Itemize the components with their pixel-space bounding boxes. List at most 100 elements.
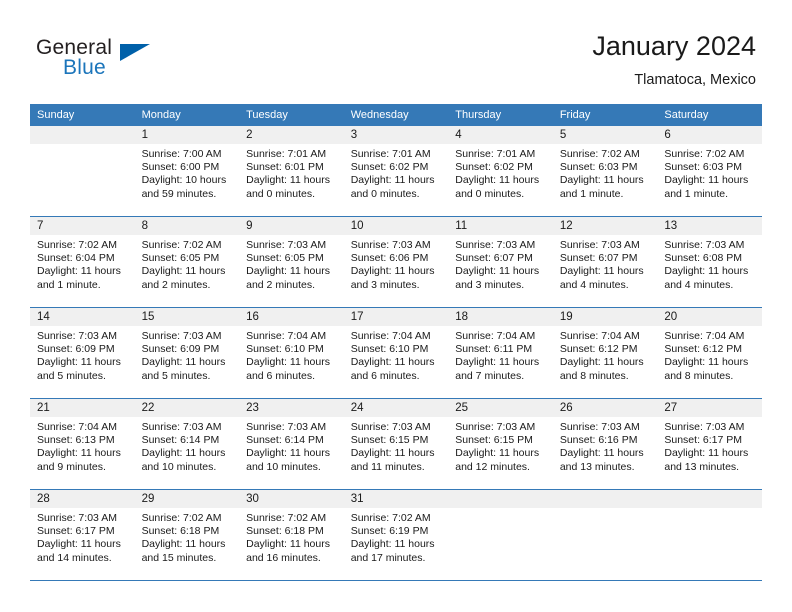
daylight-text-line2: and 5 minutes. bbox=[37, 369, 106, 382]
calendar-day-cell[interactable]: 26 Sunrise: 7:03 AM Sunset: 6:16 PM Dayligh… bbox=[552, 398, 658, 490]
sunset-text: Sunset: 6:15 PM bbox=[350, 434, 429, 447]
calendar-day-cell[interactable]: 19 Sunrise: 7:04 AM Sunset: 6:12 PM Dayligh… bbox=[552, 307, 658, 399]
daylight-text-line1: Daylight: 11 hours bbox=[141, 447, 226, 460]
day-details: Sunrise: 7:02 AM Sunset: 6:19 PM Daylight:… bbox=[344, 508, 449, 565]
daylight-text-line2: and 16 minutes. bbox=[246, 551, 321, 564]
day-number bbox=[657, 490, 762, 508]
calendar-day-cell[interactable]: 12 Sunrise: 7:03 AM Sunset: 6:07 PM Dayligh… bbox=[552, 216, 658, 308]
sunrise-text: Sunrise: 7:03 AM bbox=[455, 421, 536, 433]
calendar-day-cell[interactable]: 9 Sunrise: 7:03 AM Sunset: 6:05 PM Daylight… bbox=[239, 216, 344, 308]
calendar-day-cell[interactable]: 22 Sunrise: 7:03 AM Sunset: 6:14 PM Dayligh… bbox=[134, 398, 240, 490]
day-number: 10 bbox=[343, 217, 449, 235]
calendar-day-cell[interactable]: 5 Sunrise: 7:02 AM Sunset: 6:03 PM Daylight… bbox=[552, 126, 658, 217]
day-number: 26 bbox=[552, 399, 658, 417]
calendar-day-cell[interactable]: 21 Sunrise: 7:04 AM Sunset: 6:13 PM Dayligh… bbox=[30, 398, 135, 490]
calendar-day-cell[interactable]: 29 Sunrise: 7:02 AM Sunset: 6:18 PM Dayligh… bbox=[134, 489, 240, 581]
logo-triangle-icon bbox=[120, 44, 150, 61]
day-number: 15 bbox=[134, 308, 240, 326]
sunrise-text: Sunrise: 7:03 AM bbox=[37, 330, 117, 342]
day-number: 1 bbox=[134, 126, 240, 144]
calendar-day-cell[interactable]: 31 Sunrise: 7:02 AM Sunset: 6:19 PM Dayligh… bbox=[343, 489, 449, 581]
calendar-day-cell[interactable]: 11 Sunrise: 7:03 AM Sunset: 6:07 PM Dayligh… bbox=[448, 216, 553, 308]
sunrise-text: Sunrise: 7:04 AM bbox=[246, 330, 327, 342]
calendar-day-cell[interactable]: 13 Sunrise: 7:03 AM Sunset: 6:08 PM Dayligh… bbox=[657, 216, 762, 308]
sunset-text: Sunset: 6:05 PM bbox=[141, 252, 220, 265]
daylight-text-line2: and 59 minutes. bbox=[141, 187, 217, 200]
day-number: 5 bbox=[552, 126, 658, 144]
day-details bbox=[657, 508, 762, 512]
day-number bbox=[552, 490, 658, 508]
daylight-text-line2: and 8 minutes. bbox=[664, 369, 734, 382]
calendar-day-cell[interactable]: 17 Sunrise: 7:04 AM Sunset: 6:10 PM Dayligh… bbox=[343, 307, 449, 399]
calendar-day-cell[interactable]: 15 Sunrise: 7:03 AM Sunset: 6:09 PM Dayligh… bbox=[134, 307, 240, 399]
calendar-day-cell[interactable]: 4 Sunrise: 7:01 AM Sunset: 6:02 PM Daylight… bbox=[448, 126, 553, 217]
calendar-day-cell[interactable]: 27 Sunrise: 7:03 AM Sunset: 6:17 PM Dayligh… bbox=[657, 398, 762, 490]
daylight-text-line1: Daylight: 11 hours bbox=[246, 447, 330, 460]
day-details bbox=[448, 508, 553, 512]
daylight-text-line1: Daylight: 11 hours bbox=[246, 174, 330, 187]
calendar-day-cell[interactable]: 25 Sunrise: 7:03 AM Sunset: 6:15 PM Dayligh… bbox=[448, 398, 553, 490]
daylight-text-line2: and 14 minutes. bbox=[37, 551, 112, 564]
calendar-day-cell[interactable]: 14 Sunrise: 7:03 AM Sunset: 6:09 PM Dayligh… bbox=[30, 307, 135, 399]
sunrise-text: Sunrise: 7:04 AM bbox=[664, 330, 745, 342]
weekday-header-saturday: Saturday bbox=[657, 104, 762, 126]
sunset-text: Sunset: 6:02 PM bbox=[350, 161, 429, 174]
day-number: 20 bbox=[657, 308, 762, 326]
calendar-day-cell[interactable]: 20 Sunrise: 7:04 AM Sunset: 6:12 PM Dayligh… bbox=[657, 307, 762, 399]
calendar-day-cell[interactable]: 30 Sunrise: 7:02 AM Sunset: 6:18 PM Dayligh… bbox=[239, 489, 344, 581]
day-number: 24 bbox=[343, 399, 449, 417]
calendar-day-cell[interactable]: 1 Sunrise: 7:00 AM Sunset: 6:00 PM Daylight… bbox=[134, 126, 240, 217]
calendar-day-cell[interactable]: 3 Sunrise: 7:01 AM Sunset: 6:02 PM Daylight… bbox=[343, 126, 449, 217]
daylight-text-line1: Daylight: 11 hours bbox=[559, 265, 644, 278]
sunrise-text: Sunrise: 7:00 AM bbox=[141, 148, 222, 160]
day-details: Sunrise: 7:01 AM Sunset: 6:02 PM Daylight:… bbox=[448, 144, 553, 201]
daylight-text-line2: and 3 minutes. bbox=[350, 278, 420, 291]
title-block: January 2024 Tlamatoca, Mexico bbox=[336, 30, 756, 90]
sunrise-text: Sunrise: 7:03 AM bbox=[141, 421, 222, 433]
logo-text-blue: Blue bbox=[63, 56, 106, 79]
sunrise-text: Sunrise: 7:03 AM bbox=[559, 421, 640, 433]
day-number: 9 bbox=[239, 217, 344, 235]
daylight-text-line2: and 13 minutes. bbox=[664, 460, 740, 473]
sunrise-text: Sunrise: 7:01 AM bbox=[350, 148, 431, 160]
day-details: Sunrise: 7:03 AM Sunset: 6:15 PM Daylight:… bbox=[344, 417, 449, 474]
calendar-day-cell[interactable]: 6 Sunrise: 7:02 AM Sunset: 6:03 PM Daylight… bbox=[657, 126, 762, 217]
weekday-header-sunday: Sunday bbox=[30, 104, 135, 126]
calendar-day-cell[interactable]: 18 Sunrise: 7:04 AM Sunset: 6:11 PM Dayligh… bbox=[448, 307, 553, 399]
day-number: 7 bbox=[30, 217, 135, 235]
general-blue-logo: General Blue bbox=[36, 36, 236, 88]
day-details: Sunrise: 7:03 AM Sunset: 6:09 PM Daylight:… bbox=[135, 326, 240, 383]
day-number: 6 bbox=[657, 126, 762, 144]
daylight-text-line1: Daylight: 11 hours bbox=[350, 356, 435, 369]
day-details bbox=[553, 508, 658, 512]
daylight-text-line2: and 5 minutes. bbox=[141, 369, 211, 382]
day-number: 21 bbox=[30, 399, 135, 417]
daylight-text-line1: Daylight: 11 hours bbox=[37, 538, 121, 551]
day-details: Sunrise: 7:03 AM Sunset: 6:16 PM Daylight:… bbox=[553, 417, 658, 474]
calendar-day-cell[interactable]: 23 Sunrise: 7:03 AM Sunset: 6:14 PM Dayligh… bbox=[239, 398, 344, 490]
weekday-header-monday: Monday bbox=[134, 104, 240, 126]
sunset-text: Sunset: 6:16 PM bbox=[559, 434, 638, 447]
calendar-day-cell[interactable]: 8 Sunrise: 7:02 AM Sunset: 6:05 PM Daylight… bbox=[134, 216, 240, 308]
daylight-text-line1: Daylight: 11 hours bbox=[664, 447, 749, 460]
day-details: Sunrise: 7:03 AM Sunset: 6:15 PM Daylight:… bbox=[448, 417, 553, 474]
day-number: 27 bbox=[657, 399, 762, 417]
day-details: Sunrise: 7:03 AM Sunset: 6:08 PM Daylight:… bbox=[657, 235, 762, 292]
sunrise-text: Sunrise: 7:04 AM bbox=[455, 330, 536, 342]
sunset-text: Sunset: 6:03 PM bbox=[559, 161, 638, 174]
calendar-day-cell[interactable]: 24 Sunrise: 7:03 AM Sunset: 6:15 PM Dayligh… bbox=[343, 398, 449, 490]
sunrise-text: Sunrise: 7:02 AM bbox=[37, 239, 117, 251]
sunset-text: Sunset: 6:07 PM bbox=[559, 252, 638, 265]
sunset-text: Sunset: 6:12 PM bbox=[559, 343, 638, 356]
calendar-day-cell[interactable]: 10 Sunrise: 7:03 AM Sunset: 6:06 PM Dayligh… bbox=[343, 216, 449, 308]
daylight-text-line1: Daylight: 11 hours bbox=[559, 356, 644, 369]
calendar-day-cell[interactable]: 16 Sunrise: 7:04 AM Sunset: 6:10 PM Dayligh… bbox=[239, 307, 344, 399]
calendar-day-cell[interactable]: 28 Sunrise: 7:03 AM Sunset: 6:17 PM Dayligh… bbox=[30, 489, 135, 581]
sunset-text: Sunset: 6:00 PM bbox=[141, 161, 220, 174]
sunset-text: Sunset: 6:05 PM bbox=[246, 252, 324, 265]
day-number bbox=[30, 126, 135, 144]
sunrise-text: Sunrise: 7:02 AM bbox=[141, 512, 222, 524]
calendar-day-cell[interactable]: 7 Sunrise: 7:02 AM Sunset: 6:04 PM Daylight… bbox=[30, 216, 135, 308]
calendar-day-cell[interactable]: 2 Sunrise: 7:01 AM Sunset: 6:01 PM Daylight… bbox=[239, 126, 344, 217]
day-number: 3 bbox=[343, 126, 449, 144]
